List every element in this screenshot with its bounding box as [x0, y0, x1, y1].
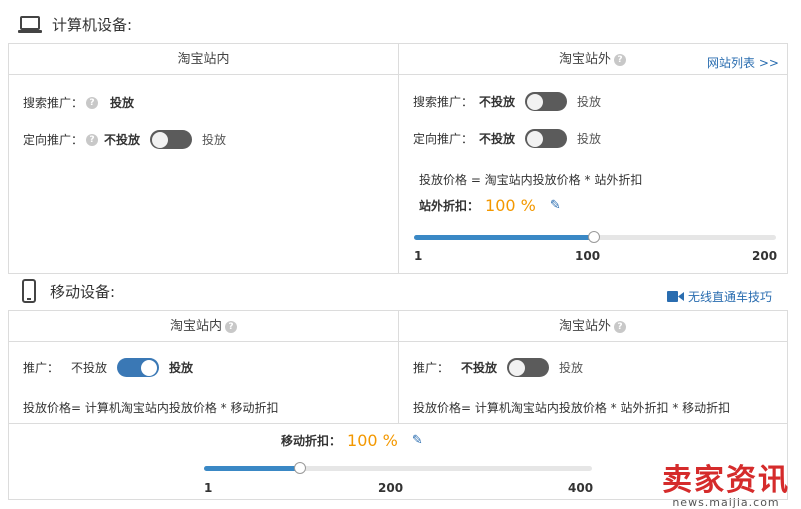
wireless-tips-link[interactable]: 无线直通车技巧 — [667, 288, 772, 305]
mobile-discount-value: 100 % — [347, 431, 398, 450]
computer-section-title: 计算机设备: — [52, 16, 133, 34]
outside-price-formula: 投放价格 = 淘宝站内投放价格 * 站外折扣 — [419, 173, 643, 187]
help-icon[interactable]: ? — [86, 96, 99, 109]
slider-fill — [204, 466, 300, 471]
computer-inside-target-toggle[interactable] — [150, 130, 193, 149]
slider-fill — [414, 235, 594, 240]
watermark-main: 卖家资讯 — [662, 463, 790, 498]
edit-pencil-icon[interactable]: ✎ — [412, 433, 423, 448]
mobile-outside-promo-toggle[interactable] — [507, 358, 550, 377]
promo-off-label: 不投放 — [71, 361, 108, 375]
outside-discount-label: 站外折扣： — [419, 199, 480, 213]
mobile-column-divider — [398, 311, 399, 423]
mobile-inside-promo-row: 推广： 不投放 投放 — [23, 358, 193, 377]
search-on-label: 投放 — [577, 95, 602, 109]
promo-on-label: 投放 — [169, 361, 194, 375]
mobile-outside-header: 淘宝站外? — [398, 311, 787, 342]
search-promo-label: 搜索推广： — [413, 95, 474, 109]
computer-inside-header: 淘宝站内 — [9, 44, 398, 75]
slider-min-label: 1 — [414, 249, 423, 263]
computer-panel: 淘宝站内 淘宝站外? 网站列表 >> 搜索推广： ? 投放 定向推广： ? 不投… — [8, 43, 788, 274]
target-on-label: 投放 — [577, 132, 602, 146]
target-on-label: 投放 — [202, 133, 227, 147]
slider-thumb[interactable] — [294, 462, 306, 474]
slider-thumb[interactable] — [588, 231, 600, 243]
mobile-phone-icon — [22, 279, 36, 303]
watermark: 卖家资讯 news.maijia.com — [656, 455, 796, 509]
promo-label: 推广： — [23, 361, 60, 375]
computer-outside-target-toggle[interactable] — [525, 129, 568, 148]
target-promo-label: 定向推广： — [413, 132, 474, 146]
laptop-icon — [18, 15, 42, 33]
slider-min-label: 1 — [204, 481, 213, 495]
slider-mid-label: 200 — [378, 481, 404, 495]
computer-inside-target-row: 定向推广： ? 不投放 投放 — [23, 130, 226, 149]
search-promo-label: 搜索推广： — [23, 96, 84, 110]
promo-on-label: 投放 — [559, 361, 584, 375]
mobile-discount-slider[interactable] — [204, 462, 592, 474]
computer-section-header: 计算机设备: — [18, 14, 132, 35]
help-icon[interactable]: ? — [614, 320, 626, 333]
target-off-label: 不投放 — [104, 133, 141, 147]
help-icon[interactable]: ? — [86, 133, 99, 146]
computer-column-divider — [398, 44, 399, 273]
mobile-discount-row: 移动折扣： 100 % ✎ — [281, 431, 423, 450]
toggle-knob — [527, 93, 544, 110]
mobile-inside-header: 淘宝站内? — [9, 311, 398, 342]
outside-discount-value: 100 % — [485, 196, 536, 215]
toggle-knob — [152, 131, 169, 148]
promo-label: 推广： — [413, 361, 450, 375]
mobile-row-divider — [9, 423, 787, 424]
search-off-label: 不投放 — [479, 95, 516, 109]
outside-discount-slider[interactable] — [414, 231, 776, 243]
target-promo-label: 定向推广： — [23, 133, 84, 147]
site-list-link[interactable]: 网站列表 >> — [707, 54, 779, 71]
computer-outside-search-toggle[interactable] — [525, 92, 568, 111]
search-promo-value: 投放 — [110, 96, 135, 110]
toggle-knob — [527, 130, 544, 147]
toggle-knob — [141, 359, 158, 376]
target-off-label: 不投放 — [479, 132, 516, 146]
help-icon[interactable]: ? — [225, 320, 237, 333]
computer-inside-search-row: 搜索推广： ? 投放 — [23, 94, 134, 111]
mobile-outside-formula: 投放价格= 计算机淘宝站内投放价格 * 站外折扣 * 移动折扣 — [413, 401, 731, 415]
mobile-discount-label: 移动折扣： — [281, 434, 342, 448]
slider-mid-label: 100 — [575, 249, 601, 263]
computer-outside-target-row: 定向推广： 不投放 投放 — [413, 129, 601, 148]
slider-max-label: 200 — [752, 249, 778, 263]
mobile-inside-formula: 投放价格= 计算机淘宝站内投放价格 * 移动折扣 — [23, 401, 279, 415]
slider-max-label: 400 — [568, 481, 594, 495]
edit-pencil-icon[interactable]: ✎ — [550, 198, 561, 213]
mobile-outside-promo-row: 推广： 不投放 投放 — [413, 358, 583, 377]
mobile-inside-promo-toggle[interactable] — [117, 358, 160, 377]
toggle-knob — [509, 359, 526, 376]
computer-outside-search-row: 搜索推广： 不投放 投放 — [413, 92, 601, 111]
mobile-section-header: 移动设备: — [22, 279, 115, 303]
watermark-sub: news.maijia.com — [672, 496, 780, 509]
help-icon[interactable]: ? — [614, 53, 626, 66]
outside-discount-row: 站外折扣： 100 % ✎ — [419, 196, 561, 215]
video-camera-icon — [667, 291, 684, 302]
promo-off-label: 不投放 — [461, 361, 498, 375]
mobile-section-title: 移动设备: — [50, 282, 116, 301]
